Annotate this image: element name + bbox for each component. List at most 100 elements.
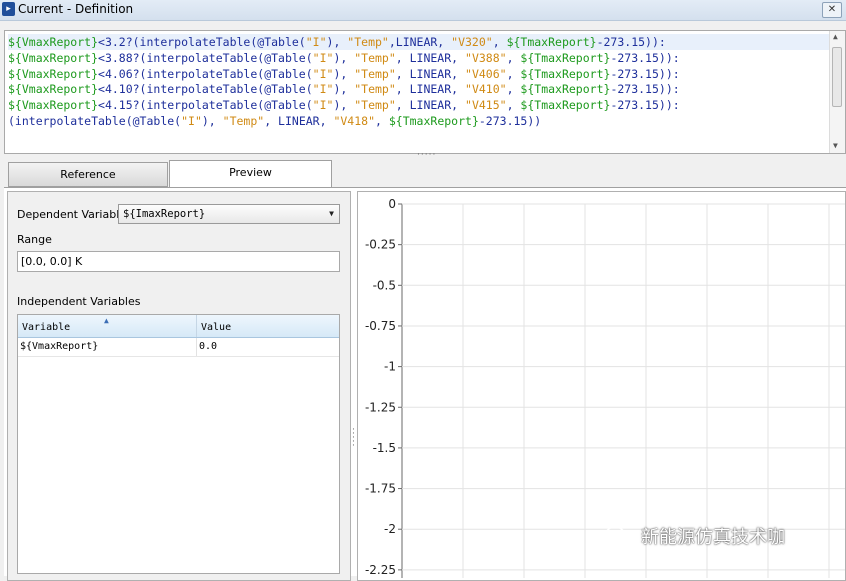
- code-line[interactable]: ${VmaxReport}<3.2?(interpolateTable(@Tab…: [8, 34, 830, 50]
- code-token: ),: [333, 50, 355, 65]
- code-token: ),: [333, 82, 355, 97]
- code-token: "Temp": [354, 98, 396, 113]
- code-token: -273.15)):: [610, 66, 680, 81]
- tab-strip: Reference Preview: [4, 160, 846, 188]
- code-line[interactable]: ${VmaxReport}<4.06?(interpolateTable(@Ta…: [8, 66, 680, 82]
- code-token: -273.15)):: [610, 50, 680, 65]
- code-token: ${VmaxReport}: [8, 98, 99, 113]
- code-token: ${TmaxReport}: [388, 114, 479, 128]
- tab-preview[interactable]: Preview: [169, 160, 332, 188]
- code-token: ),: [333, 98, 355, 113]
- scroll-up-icon[interactable]: ▲: [833, 32, 838, 41]
- code-token: "I": [312, 50, 334, 65]
- scroll-thumb[interactable]: [832, 47, 842, 107]
- code-token: <4.15?(interpolateTable(: [98, 98, 265, 113]
- code-token: @Table(: [264, 82, 313, 97]
- title-bar: ▸ Current - Definition ✕: [0, 0, 846, 21]
- column-header-value[interactable]: Value: [197, 315, 339, 337]
- table-row[interactable]: ${VmaxReport} 0.0: [18, 338, 339, 357]
- window-title: Current - Definition: [18, 2, 134, 16]
- y-tick-label: -1.5: [373, 441, 396, 455]
- code-token: ),: [201, 114, 223, 128]
- close-button[interactable]: ✕: [822, 2, 842, 18]
- column-header-variable[interactable]: ▲ Variable: [18, 315, 197, 337]
- code-token: ,: [506, 98, 521, 113]
- code-token: , LINEAR,: [395, 98, 466, 113]
- dependent-variable-select[interactable]: ${ImaxReport} ▼: [118, 204, 340, 224]
- code-token: @Table(: [132, 114, 182, 128]
- preview-chart: 0-0.25-0.5-0.75-1-1.25-1.5-1.75-2-2.25: [365, 197, 845, 578]
- code-token: ,: [506, 66, 521, 81]
- code-token: , LINEAR,: [264, 114, 334, 128]
- code-line[interactable]: ${VmaxReport}<3.88?(interpolateTable(@Ta…: [8, 50, 680, 66]
- code-token: @Table(: [257, 35, 306, 49]
- expression-editor[interactable]: ${VmaxReport}<3.2?(interpolateTable(@Tab…: [4, 30, 846, 154]
- preview-content: Dependent Variable ${ImaxReport} ▼ Range…: [4, 187, 846, 581]
- vertical-splitter-handle[interactable]: · · · · ·: [352, 426, 356, 451]
- code-token: @Table(: [264, 98, 313, 113]
- code-token: ${VmaxReport}: [8, 66, 99, 81]
- code-token: "I": [312, 66, 334, 81]
- code-line[interactable]: (interpolateTable(@Table("I"), "Temp", L…: [8, 113, 541, 129]
- table-header: ▲ Variable Value: [18, 315, 339, 338]
- code-token: ${TmaxReport}: [520, 50, 611, 65]
- code-token: -273.15)):: [610, 98, 680, 113]
- code-token: "Temp": [354, 50, 396, 65]
- code-token: "V418": [333, 114, 375, 128]
- sort-ascending-icon: ▲: [104, 316, 109, 325]
- code-token: <4.06?(interpolateTable(: [98, 66, 265, 81]
- editor-scrollbar[interactable]: ▲ ▼: [829, 31, 845, 153]
- horizontal-splitter-handle[interactable]: ·····: [417, 150, 436, 160]
- wechat-icon: [605, 526, 630, 544]
- code-token: "Temp": [347, 35, 389, 49]
- code-line[interactable]: ${VmaxReport}<4.10?(interpolateTable(@Ta…: [8, 81, 680, 97]
- watermark-text: 新能源仿真技术咖: [641, 527, 785, 548]
- code-token: "I": [312, 82, 334, 97]
- code-token: "V388": [465, 50, 507, 65]
- code-token: "Temp": [354, 66, 396, 81]
- cell-value[interactable]: 0.0: [197, 338, 339, 356]
- code-token: ,: [506, 50, 521, 65]
- y-tick-label: -0.25: [365, 238, 396, 252]
- code-token: ),: [326, 35, 348, 49]
- code-token: (interpolateTable(: [8, 114, 133, 128]
- tab-reference[interactable]: Reference: [8, 162, 168, 187]
- range-label: Range: [17, 233, 52, 246]
- code-token: "Temp": [222, 114, 265, 128]
- code-token: ${VmaxReport}: [8, 82, 99, 97]
- code-token: <3.2?(interpolateTable(: [98, 35, 258, 49]
- code-token: ,: [506, 82, 521, 97]
- column-header-variable-label: Variable: [22, 322, 71, 333]
- y-tick-label: -0.75: [365, 319, 396, 333]
- code-token: ,: [375, 114, 389, 128]
- code-token: "V410": [465, 82, 507, 97]
- variables-panel: Dependent Variable ${ImaxReport} ▼ Range…: [7, 191, 351, 581]
- y-tick-label: -0.5: [373, 278, 396, 292]
- code-token: "I": [305, 35, 327, 49]
- cell-variable: ${VmaxReport}: [18, 338, 197, 356]
- code-token: "V415": [465, 98, 507, 113]
- code-token: , LINEAR,: [395, 50, 466, 65]
- range-field[interactable]: [0.0, 0.0] K: [17, 251, 340, 272]
- dependent-variable-value: ${ImaxReport}: [123, 208, 206, 220]
- chevron-down-icon[interactable]: ▼: [329, 205, 334, 223]
- code-token: ),: [333, 66, 355, 81]
- code-token: -273.15)):: [610, 82, 680, 97]
- code-token: ${TmaxReport}: [520, 82, 611, 97]
- code-token: ${TmaxReport}: [520, 66, 611, 81]
- code-token: <3.88?(interpolateTable(: [98, 50, 265, 65]
- code-token: "I": [181, 114, 202, 128]
- y-tick-label: 0: [388, 197, 396, 211]
- code-token: , LINEAR,: [395, 66, 466, 81]
- independent-variables-label: Independent Variables: [17, 295, 141, 308]
- code-token: @Table(: [264, 66, 313, 81]
- code-token: ,LINEAR,: [388, 35, 452, 49]
- y-tick-label: -2: [384, 522, 396, 536]
- code-token: -273.15)): [478, 114, 542, 128]
- code-line[interactable]: ${VmaxReport}<4.15?(interpolateTable(@Ta…: [8, 97, 680, 113]
- code-token: ${TmaxReport}: [520, 98, 611, 113]
- y-tick-label: -1.75: [365, 482, 396, 496]
- scroll-down-icon[interactable]: ▼: [833, 141, 838, 150]
- code-token: ${VmaxReport}: [8, 35, 99, 49]
- code-token: -273.15)):: [596, 35, 666, 49]
